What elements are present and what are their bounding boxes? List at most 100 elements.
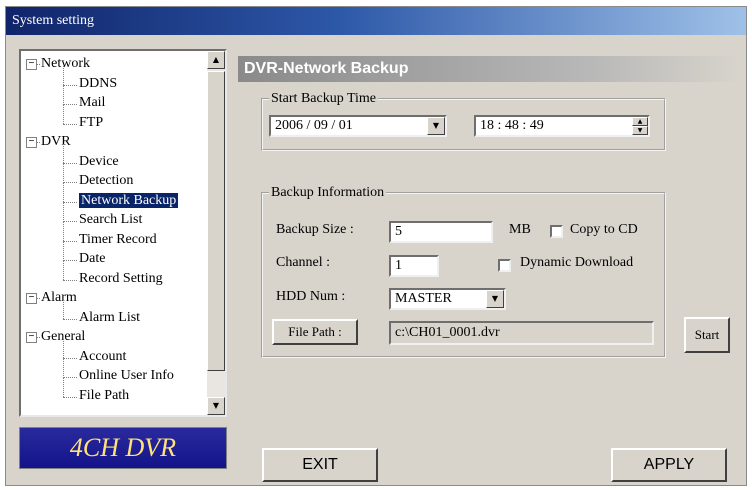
backup-size-label: Backup Size : (276, 222, 354, 237)
tree-item-label: DVR (41, 134, 71, 149)
tree-item-label: Mail (79, 95, 106, 110)
tree-item-label: Timer Record (79, 231, 157, 247)
tree-item[interactable]: DVR (41, 133, 71, 151)
tree-item[interactable]: DDNS (79, 75, 117, 93)
backup-time-spinner[interactable]: 18 : 48 : 49 ▲ ▼ (474, 115, 650, 137)
tree-item[interactable]: Date (79, 250, 105, 268)
tree-connector (63, 299, 64, 319)
tree-item[interactable]: Account (79, 348, 126, 366)
tree-item-label: Detection (79, 173, 134, 188)
tree-connector (63, 260, 77, 261)
exit-button[interactable]: EXIT (262, 448, 378, 482)
tree-connector (63, 318, 77, 320)
backup-size-unit: MB (509, 222, 531, 237)
tree-item-label: Online User Info (79, 368, 174, 383)
tree-item[interactable]: Record Setting (79, 270, 163, 288)
tree-item-label: Alarm (41, 290, 77, 305)
tree-connector (63, 201, 77, 203)
dropdown-arrow-icon[interactable]: ▼ (427, 117, 445, 135)
dynamic-download-checkbox[interactable] (498, 259, 511, 272)
tree-item-label: File Path (79, 387, 130, 403)
collapse-icon[interactable]: − (26, 293, 37, 304)
channel-input[interactable]: 1 (389, 255, 439, 277)
collapse-icon[interactable]: − (26, 59, 37, 70)
scroll-down-icon[interactable]: ▼ (207, 397, 225, 415)
tree-connector (37, 142, 40, 143)
tree-item[interactable]: Alarm List (79, 309, 140, 327)
spin-down-icon[interactable]: ▼ (632, 126, 648, 135)
tree-connector (63, 202, 64, 222)
tree-item[interactable]: Search List (79, 211, 142, 229)
tree-item-label: FTP (79, 114, 104, 130)
tree-connector (63, 143, 64, 163)
scroll-up-icon[interactable]: ▲ (207, 51, 225, 69)
start-backup-time-legend: Start Backup Time (271, 91, 377, 106)
spin-up-icon[interactable]: ▲ (632, 117, 648, 126)
apply-button[interactable]: APPLY (611, 448, 727, 482)
tree-connector (63, 377, 64, 397)
window-title: System setting (6, 7, 746, 35)
tree-connector (63, 338, 64, 358)
tree-item-label: Alarm List (79, 309, 141, 325)
tree-connector (63, 85, 64, 105)
tree-item-label: DDNS (79, 75, 118, 91)
tree-connector (63, 221, 77, 222)
tree-connector (63, 240, 77, 242)
tree-connector (63, 182, 77, 183)
copy-to-cd-label: Copy to CD (570, 222, 638, 237)
tree-connector (63, 260, 64, 280)
section-title: DVR-Network Backup (238, 56, 740, 82)
tree-connector (63, 377, 77, 378)
tree-item-label: Search List (79, 212, 143, 227)
tree-item-label: Date (79, 251, 106, 266)
tree-connector (63, 241, 64, 261)
tree-connector (63, 396, 77, 398)
collapse-icon[interactable]: − (26, 137, 37, 148)
hdd-num-select[interactable]: MASTER ▼ (389, 288, 506, 310)
collapse-icon[interactable]: − (26, 332, 37, 343)
dynamic-download-label: Dynamic Download (520, 255, 634, 270)
tree-item[interactable]: Timer Record (79, 231, 157, 249)
tree-item-label: Network Backup (79, 192, 179, 208)
tree-item[interactable]: Network (41, 55, 90, 73)
tree-connector (63, 163, 64, 183)
hdd-num-label: HDD Num : (276, 289, 346, 304)
tree-connector (63, 358, 64, 378)
tree-item[interactable]: Mail (79, 94, 105, 112)
tree-item-label: Account (79, 348, 127, 364)
tree-item[interactable]: Online User Info (79, 367, 174, 385)
tree-connector (63, 357, 77, 359)
channel-label: Channel : (276, 255, 331, 270)
file-path-button[interactable]: File Path : (272, 319, 358, 345)
dvr-logo: 4CH DVR (19, 427, 227, 469)
tree-item[interactable]: Detection (79, 172, 133, 190)
copy-to-cd-checkbox[interactable] (550, 225, 563, 238)
tree-item[interactable]: Device (79, 153, 119, 171)
tree-connector (63, 123, 77, 125)
tree-connector (63, 221, 64, 241)
tree-connector (37, 298, 40, 299)
tree-scrollbar[interactable]: ▲ ▼ (207, 51, 225, 415)
tree-connector (63, 162, 77, 164)
backup-time-value: 18 : 48 : 49 (480, 118, 544, 133)
tree-connector (63, 65, 64, 85)
tree-item[interactable]: FTP (79, 114, 103, 132)
backup-information-legend: Backup Information (271, 185, 385, 200)
time-spin-buttons[interactable]: ▲ ▼ (632, 117, 648, 135)
backup-size-input[interactable]: 5 (389, 221, 493, 243)
system-setting-window: System setting Network − DDNS Mail FTP DVR − De… (5, 6, 747, 486)
scrollbar-thumb[interactable] (207, 71, 225, 371)
backup-date-select[interactable]: 2006 / 09 / 01 ▼ (269, 115, 447, 137)
hdd-num-value: MASTER (395, 291, 452, 306)
tree-item-label: Device (79, 153, 119, 169)
tree-connector (63, 104, 64, 124)
tree-item[interactable]: Network Backup (79, 192, 179, 210)
tree-item[interactable]: File Path (79, 387, 129, 405)
tree-item[interactable]: Alarm (41, 289, 77, 307)
tree-connector (63, 84, 77, 86)
settings-tree[interactable]: Network − DDNS Mail FTP DVR − Device Detection Ne… (19, 49, 227, 417)
tree-item-label: Network (41, 56, 90, 71)
start-button[interactable]: Start (684, 317, 730, 353)
tree-item-label: Record Setting (79, 270, 163, 286)
dropdown-arrow-icon[interactable]: ▼ (486, 290, 504, 308)
